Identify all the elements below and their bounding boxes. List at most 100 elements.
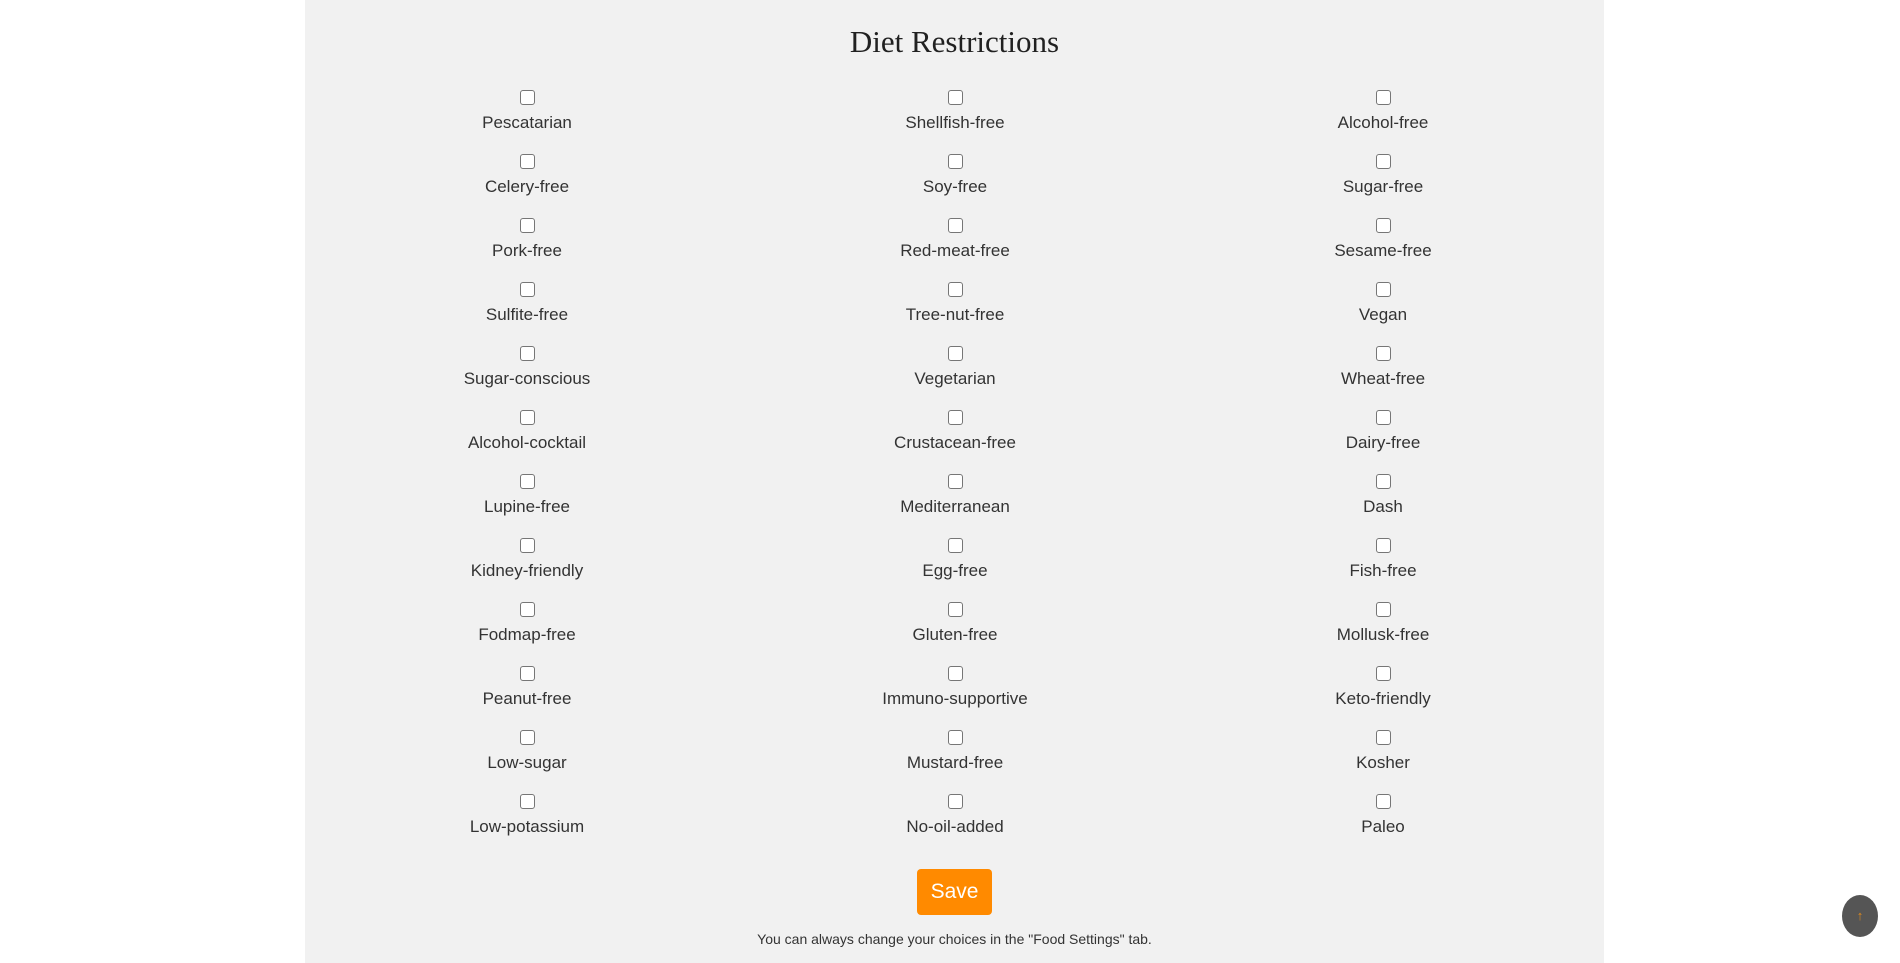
diet-option[interactable]: Fodmap-free: [407, 602, 647, 645]
diet-option-label: Fish-free: [1349, 561, 1417, 580]
diet-checkbox[interactable]: [947, 282, 963, 297]
diet-option[interactable]: Paleo: [1263, 794, 1503, 837]
diet-checkbox[interactable]: [947, 538, 963, 553]
diet-option-label: Celery-free: [484, 177, 570, 196]
diet-option-label: Alcohol-free: [1337, 113, 1429, 132]
diet-checkbox[interactable]: [519, 346, 535, 361]
diet-option-label: Mustard-free: [906, 753, 1004, 772]
diet-checkbox[interactable]: [1375, 538, 1391, 553]
diet-option[interactable]: Immuno-supportive: [835, 666, 1075, 709]
diet-checkbox[interactable]: [519, 794, 535, 809]
diet-option-label: Crustacean-free: [894, 433, 1016, 452]
diet-option-label: Mollusk-free: [1336, 625, 1430, 644]
diet-checkbox[interactable]: [947, 218, 963, 233]
diet-option[interactable]: Celery-free: [407, 154, 647, 197]
diet-checkbox[interactable]: [519, 538, 535, 553]
diet-checkbox[interactable]: [1375, 794, 1391, 809]
diet-option-label: Wheat-free: [1340, 369, 1426, 388]
page-title: Diet Restrictions: [849, 24, 1060, 59]
diet-option[interactable]: Sesame-free: [1263, 218, 1503, 261]
diet-checkbox[interactable]: [519, 666, 535, 681]
diet-option[interactable]: Keto-friendly: [1263, 666, 1503, 709]
diet-checkbox[interactable]: [1375, 666, 1391, 681]
diet-checkbox[interactable]: [519, 474, 535, 489]
diet-checkbox[interactable]: [947, 154, 963, 169]
diet-option[interactable]: Mustard-free: [835, 730, 1075, 773]
diet-option[interactable]: Tree-nut-free: [835, 282, 1075, 325]
diet-option[interactable]: Vegan: [1263, 282, 1503, 325]
diet-checkbox[interactable]: [947, 730, 963, 745]
diet-checkbox[interactable]: [519, 730, 535, 745]
diet-option[interactable]: Fish-free: [1263, 538, 1503, 581]
diet-option-label: Low-sugar: [487, 753, 567, 772]
diet-restrictions-panel: Diet Restrictions Pescatarian Celery-free…: [305, 0, 1604, 963]
diet-option[interactable]: Sulfite-free: [407, 282, 647, 325]
diet-option-label: Kidney-friendly: [470, 561, 584, 580]
diet-checkbox[interactable]: [1375, 410, 1391, 425]
diet-checkbox[interactable]: [519, 90, 535, 105]
diet-option-label: Sulfite-free: [485, 305, 569, 324]
diet-option-label: Sesame-free: [1334, 241, 1432, 260]
diet-option-label: No-oil-added: [906, 817, 1004, 836]
diet-option-label: Tree-nut-free: [905, 305, 1005, 324]
diet-checkbox[interactable]: [1375, 218, 1391, 233]
diet-option[interactable]: Soy-free: [835, 154, 1075, 197]
diet-checkbox[interactable]: [947, 410, 963, 425]
diet-option[interactable]: Sugar-conscious: [407, 346, 647, 389]
diet-checkbox[interactable]: [519, 218, 535, 233]
diet-option-label: Pescatarian: [482, 113, 572, 132]
diet-checkbox[interactable]: [519, 410, 535, 425]
diet-option[interactable]: Mollusk-free: [1263, 602, 1503, 645]
scroll-to-top-button[interactable]: ↑: [1842, 895, 1878, 937]
diet-checkbox[interactable]: [1375, 282, 1391, 297]
diet-option[interactable]: Low-potassium: [407, 794, 647, 837]
diet-option[interactable]: Red-meat-free: [835, 218, 1075, 261]
diet-checkbox[interactable]: [1375, 346, 1391, 361]
diet-checkbox[interactable]: [1375, 474, 1391, 489]
diet-checkbox[interactable]: [1375, 730, 1391, 745]
diet-checkbox[interactable]: [947, 346, 963, 361]
diet-option-label: Peanut-free: [482, 689, 572, 708]
diet-checkbox[interactable]: [947, 602, 963, 617]
diet-checkbox[interactable]: [947, 474, 963, 489]
diet-option[interactable]: Pescatarian: [407, 90, 647, 133]
diet-option-label: Mediterranean: [900, 497, 1010, 516]
diet-option-label: Egg-free: [922, 561, 988, 580]
save-button[interactable]: Save: [917, 869, 992, 915]
diet-option-label: Sugar-conscious: [463, 369, 591, 388]
arrow-up-icon: ↑: [1856, 908, 1864, 923]
diet-option[interactable]: Mediterranean: [835, 474, 1075, 517]
diet-option[interactable]: Sugar-free: [1263, 154, 1503, 197]
diet-checkbox[interactable]: [1375, 154, 1391, 169]
diet-option[interactable]: Peanut-free: [407, 666, 647, 709]
diet-option[interactable]: Low-sugar: [407, 730, 647, 773]
diet-option[interactable]: Pork-free: [407, 218, 647, 261]
diet-option[interactable]: Egg-free: [835, 538, 1075, 581]
diet-checkbox[interactable]: [1375, 602, 1391, 617]
diet-option-label: Kosher: [1356, 753, 1410, 772]
diet-checkbox[interactable]: [947, 666, 963, 681]
diet-option-label: Paleo: [1361, 817, 1405, 836]
diet-checkbox[interactable]: [519, 602, 535, 617]
diet-option[interactable]: Alcohol-cocktail: [407, 410, 647, 453]
diet-option[interactable]: Dash: [1263, 474, 1503, 517]
diet-checkbox[interactable]: [1375, 90, 1391, 105]
diet-checkbox[interactable]: [947, 90, 963, 105]
diet-option[interactable]: Crustacean-free: [835, 410, 1075, 453]
diet-option[interactable]: Kidney-friendly: [407, 538, 647, 581]
diet-option-label: Fodmap-free: [478, 625, 576, 644]
diet-option[interactable]: Vegetarian: [835, 346, 1075, 389]
diet-option[interactable]: No-oil-added: [835, 794, 1075, 837]
diet-option-label: Shellfish-free: [905, 113, 1005, 132]
diet-option-label: Immuno-supportive: [882, 689, 1028, 708]
diet-option[interactable]: Dairy-free: [1263, 410, 1503, 453]
diet-option[interactable]: Gluten-free: [835, 602, 1075, 645]
diet-checkbox[interactable]: [947, 794, 963, 809]
diet-checkbox[interactable]: [519, 282, 535, 297]
diet-option[interactable]: Kosher: [1263, 730, 1503, 773]
diet-option[interactable]: Lupine-free: [407, 474, 647, 517]
diet-option[interactable]: Shellfish-free: [835, 90, 1075, 133]
diet-option[interactable]: Alcohol-free: [1263, 90, 1503, 133]
diet-checkbox[interactable]: [519, 154, 535, 169]
diet-option[interactable]: Wheat-free: [1263, 346, 1503, 389]
